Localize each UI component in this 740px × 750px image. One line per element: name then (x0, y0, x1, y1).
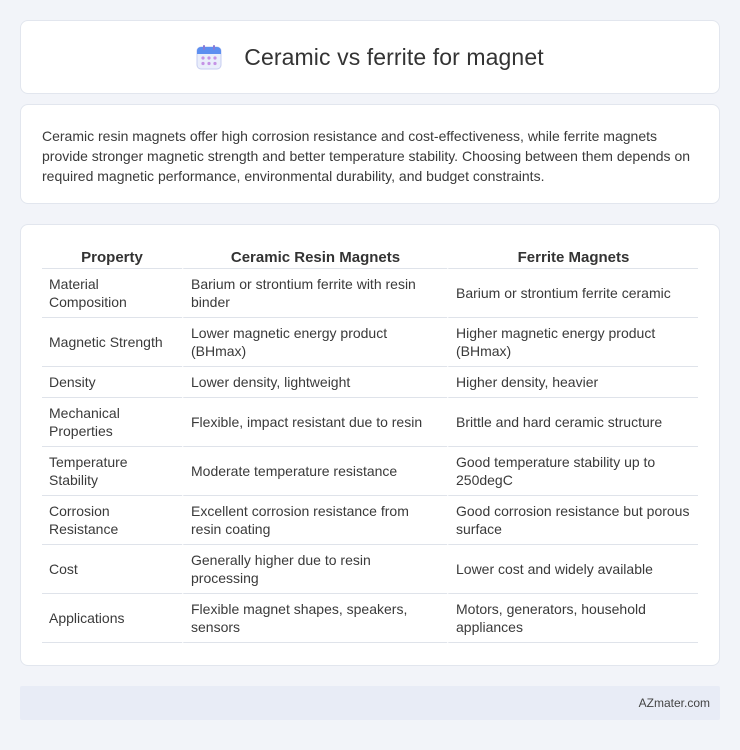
table-row: Applications Flexible magnet shapes, spe… (42, 594, 698, 643)
table-row: Mechanical Properties Flexible, impact r… (42, 398, 698, 447)
property-cell: Material Composition (42, 269, 182, 318)
ferrite-cell: Good temperature stability up to 250degC (447, 447, 698, 496)
ceramic-cell: Excellent corrosion resistance from resi… (182, 496, 447, 545)
table-header-row: Property Ceramic Resin Magnets Ferrite M… (42, 247, 698, 269)
ceramic-cell: Flexible, impact resistant due to resin (182, 398, 447, 447)
property-cell: Temperature Stability (42, 447, 182, 496)
table-row: Temperature Stability Moderate temperatu… (42, 447, 698, 496)
ceramic-cell: Generally higher due to resin processing (182, 545, 447, 594)
property-cell: Mechanical Properties (42, 398, 182, 447)
intro-paragraph: Ceramic resin magnets offer high corrosi… (42, 128, 691, 184)
ferrite-cell: Motors, generators, household appliances (447, 594, 698, 643)
property-cell: Cost (42, 545, 182, 594)
footer-source-link[interactable]: AZmater.com (639, 696, 710, 710)
comparison-table: Property Ceramic Resin Magnets Ferrite M… (42, 247, 698, 643)
table-row: Corrosion Resistance Excellent corrosion… (42, 496, 698, 545)
property-cell: Applications (42, 594, 182, 643)
title-card: Ceramic vs ferrite for magnet (20, 20, 720, 94)
ferrite-cell: Higher density, heavier (447, 367, 698, 398)
ferrite-cell: Brittle and hard ceramic structure (447, 398, 698, 447)
ceramic-cell: Flexible magnet shapes, speakers, sensor… (182, 594, 447, 643)
ferrite-cell: Higher magnetic energy product (BHmax) (447, 318, 698, 367)
property-cell: Magnetic Strength (42, 318, 182, 367)
column-header-property: Property (42, 247, 182, 269)
table-row: Density Lower density, lightweight Highe… (42, 367, 698, 398)
column-header-ceramic: Ceramic Resin Magnets (182, 247, 447, 269)
calendar-icon (196, 44, 222, 70)
ceramic-cell: Lower density, lightweight (182, 367, 447, 398)
comparison-table-card: Property Ceramic Resin Magnets Ferrite M… (20, 224, 720, 666)
table-row: Cost Generally higher due to resin proce… (42, 545, 698, 594)
ceramic-cell: Barium or strontium ferrite with resin b… (182, 269, 447, 318)
intro-card: Ceramic resin magnets offer high corrosi… (20, 104, 720, 204)
page-title: Ceramic vs ferrite for magnet (244, 43, 544, 70)
property-cell: Density (42, 367, 182, 398)
ferrite-cell: Lower cost and widely available (447, 545, 698, 594)
ferrite-cell: Good corrosion resistance but porous sur… (447, 496, 698, 545)
title-wrap: Ceramic vs ferrite for magnet (196, 43, 544, 71)
ceramic-cell: Moderate temperature resistance (182, 447, 447, 496)
table-row: Material Composition Barium or strontium… (42, 269, 698, 318)
ceramic-cell: Lower magnetic energy product (BHmax) (182, 318, 447, 367)
footer-bar: AZmater.com (20, 686, 720, 720)
ferrite-cell: Barium or strontium ferrite ceramic (447, 269, 698, 318)
property-cell: Corrosion Resistance (42, 496, 182, 545)
table-row: Magnetic Strength Lower magnetic energy … (42, 318, 698, 367)
column-header-ferrite: Ferrite Magnets (447, 247, 698, 269)
